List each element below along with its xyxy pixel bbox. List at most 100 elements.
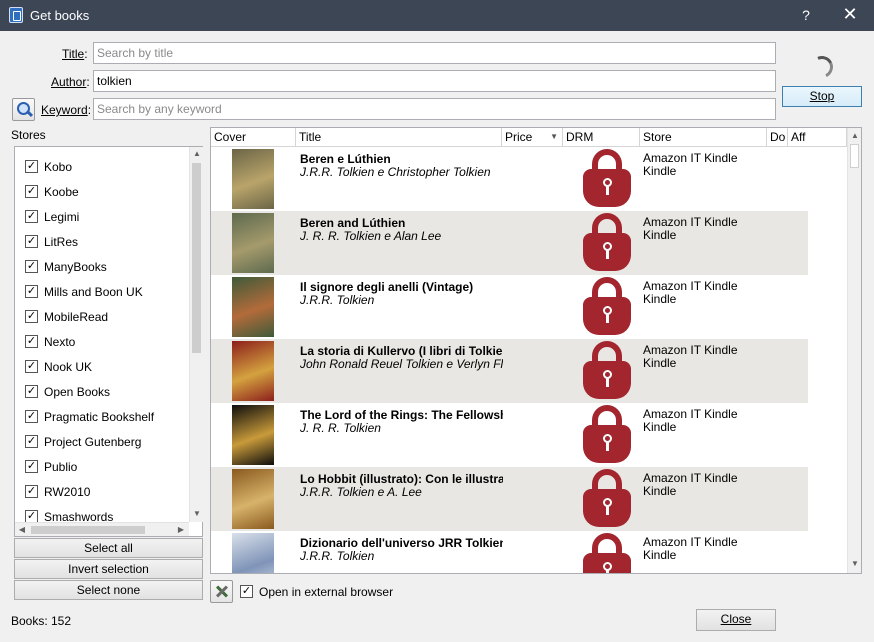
book-store: Amazon IT Kindle Kindle	[643, 216, 763, 242]
column-header-download[interactable]: Do	[767, 128, 788, 147]
book-author: J.R.R. Tolkien e Christopher Tolkien	[300, 165, 491, 179]
select-none-button[interactable]: Select none	[14, 580, 203, 600]
store-checkbox[interactable]: ✓	[25, 310, 38, 323]
search-icon[interactable]	[12, 98, 35, 121]
store-name: RW2010	[44, 485, 91, 499]
book-cover-image	[232, 277, 274, 337]
column-header-price[interactable]: Price ▼	[502, 128, 563, 147]
loading-spinner-icon	[807, 52, 837, 82]
drm-lock-icon	[582, 149, 632, 207]
close-button[interactable]: Close	[696, 609, 776, 631]
stop-button[interactable]: Stop	[782, 86, 862, 107]
scroll-left-icon[interactable]: ◀	[17, 525, 27, 534]
book-cover-image	[232, 405, 274, 465]
open-external-checkbox[interactable]: ✓	[240, 585, 253, 598]
book-store: Amazon IT Kindle Kindle	[643, 536, 763, 562]
stores-scroll-thumb[interactable]	[192, 163, 201, 353]
store-name: Publio	[44, 460, 78, 474]
results-vertical-scrollbar[interactable]: ▲ ▼	[847, 128, 861, 573]
column-header-title[interactable]: Title	[296, 128, 502, 147]
store-checkbox[interactable]: ✓	[25, 460, 38, 473]
scroll-down-icon[interactable]: ▼	[190, 509, 204, 518]
stores-horizontal-scrollbar[interactable]: ◀ ▶	[15, 522, 189, 536]
title-bar: Get books ? ✕	[0, 0, 874, 31]
books-count-value: 152	[51, 614, 72, 628]
author-label: Author:	[51, 75, 90, 89]
store-checkbox[interactable]: ✓	[25, 360, 38, 373]
book-title: Beren e Lúthien	[300, 152, 391, 166]
book-format: Kindle	[643, 420, 677, 434]
store-checkbox[interactable]: ✓	[25, 435, 38, 448]
open-external-label: Open in external browser	[259, 585, 394, 599]
sort-arrow-icon: ▼	[550, 132, 558, 141]
book-store: Amazon IT Kindle Kindle	[643, 152, 763, 178]
store-name: Nexto	[44, 335, 76, 349]
book-format: Kindle	[643, 356, 677, 370]
drm-lock-icon	[582, 533, 632, 573]
column-header-drm[interactable]: DRM	[563, 128, 640, 147]
results-scroll-down-icon[interactable]: ▼	[848, 559, 861, 568]
book-author: J. R. R. Tolkien	[300, 421, 381, 435]
keyword-search-input[interactable]: Search by any keyword	[93, 98, 776, 120]
store-name: Project Gutenberg	[44, 435, 142, 449]
close-window-button[interactable]: ✕	[838, 4, 862, 26]
book-title: The Lord of the Rings: The Fellowship	[300, 408, 503, 422]
result-row[interactable]: Beren and Lúthien J. R. R. Tolkien e Alan…	[211, 211, 808, 275]
help-button[interactable]: ?	[798, 7, 814, 25]
title-label: Title:	[62, 47, 88, 61]
book-format: Kindle	[643, 228, 677, 242]
book-title: Il signore degli anelli (Vintage)	[300, 280, 474, 294]
result-row[interactable]: The Lord of the Rings: The Fellowship J. …	[211, 403, 808, 467]
keyword-label: Keyword:	[41, 103, 92, 117]
book-format: Kindle	[643, 164, 677, 178]
store-checkbox[interactable]: ✓	[25, 385, 38, 398]
book-cover-image	[232, 213, 274, 273]
result-row[interactable]: Lo Hobbit (illustrato): Con le illustraz…	[211, 467, 808, 531]
scroll-right-icon[interactable]: ▶	[176, 525, 186, 534]
results-scroll-up-icon[interactable]: ▲	[848, 131, 861, 140]
store-name: Kobo	[44, 160, 73, 174]
results-scroll-thumb[interactable]	[850, 144, 859, 168]
select-all-button[interactable]: Select all	[14, 538, 203, 558]
configure-tools-icon[interactable]	[210, 580, 233, 603]
book-author: J.R.R. Tolkien	[300, 549, 375, 563]
book-cover-image	[232, 341, 274, 401]
book-author: John Ronald Reuel Tolkien e Verlyn Flieg…	[300, 357, 503, 371]
store-checkbox[interactable]: ✓	[25, 260, 38, 273]
book-author: J.R.R. Tolkien	[300, 293, 375, 307]
result-row[interactable]: Dizionario dell'universo JRR Tolkien J.R.…	[211, 531, 808, 573]
store-checkbox[interactable]: ✓	[25, 285, 38, 298]
column-header-cover[interactable]: Cover	[211, 128, 296, 147]
result-row[interactable]: Il signore degli anelli (Vintage) J.R.R. …	[211, 275, 808, 339]
column-header-affiliate[interactable]: Aff	[788, 128, 847, 147]
books-count-label: Books:	[11, 614, 48, 628]
book-title: Lo Hobbit (illustrato): Con le illustraz	[300, 472, 503, 486]
store-checkbox[interactable]: ✓	[25, 160, 38, 173]
store-checkbox[interactable]: ✓	[25, 235, 38, 248]
invert-selection-button[interactable]: Invert selection	[14, 559, 203, 579]
store-checkbox[interactable]: ✓	[25, 210, 38, 223]
store-checkbox[interactable]: ✓	[25, 485, 38, 498]
stores-list: ✓ Kobo ✓ Koobe ✓ Legimi ✓ LitRes ✓ ManyBooks ✓ Mill…	[14, 146, 203, 537]
book-title: Beren and Lúthien	[300, 216, 406, 230]
store-checkbox[interactable]: ✓	[25, 410, 38, 423]
stores-heading: Stores	[11, 128, 46, 142]
book-store: Amazon IT Kindle Kindle	[643, 280, 763, 306]
column-header-store[interactable]: Store	[640, 128, 767, 147]
stores-hscroll-thumb[interactable]	[31, 526, 145, 534]
book-format: Kindle	[643, 548, 677, 562]
book-cover-image	[232, 149, 274, 209]
result-row[interactable]: Beren e Lúthien J.R.R. Tolkien e Christop…	[211, 147, 808, 211]
book-store: Amazon IT Kindle Kindle	[643, 344, 763, 370]
store-name: Pragmatic Bookshelf	[44, 410, 155, 424]
scroll-up-icon[interactable]: ▲	[190, 149, 204, 158]
stores-vertical-scrollbar[interactable]: ▲ ▼	[189, 147, 203, 522]
book-title: Dizionario dell'universo JRR Tolkien	[300, 536, 503, 550]
title-search-input[interactable]: Search by title	[93, 42, 776, 64]
store-checkbox[interactable]: ✓	[25, 335, 38, 348]
author-search-input[interactable]: tolkien	[93, 70, 776, 92]
store-name: ManyBooks	[44, 260, 107, 274]
book-title: La storia di Kullervo (I libri di Tolkie…	[300, 344, 503, 358]
result-row[interactable]: La storia di Kullervo (I libri di Tolkie…	[211, 339, 808, 403]
store-checkbox[interactable]: ✓	[25, 185, 38, 198]
